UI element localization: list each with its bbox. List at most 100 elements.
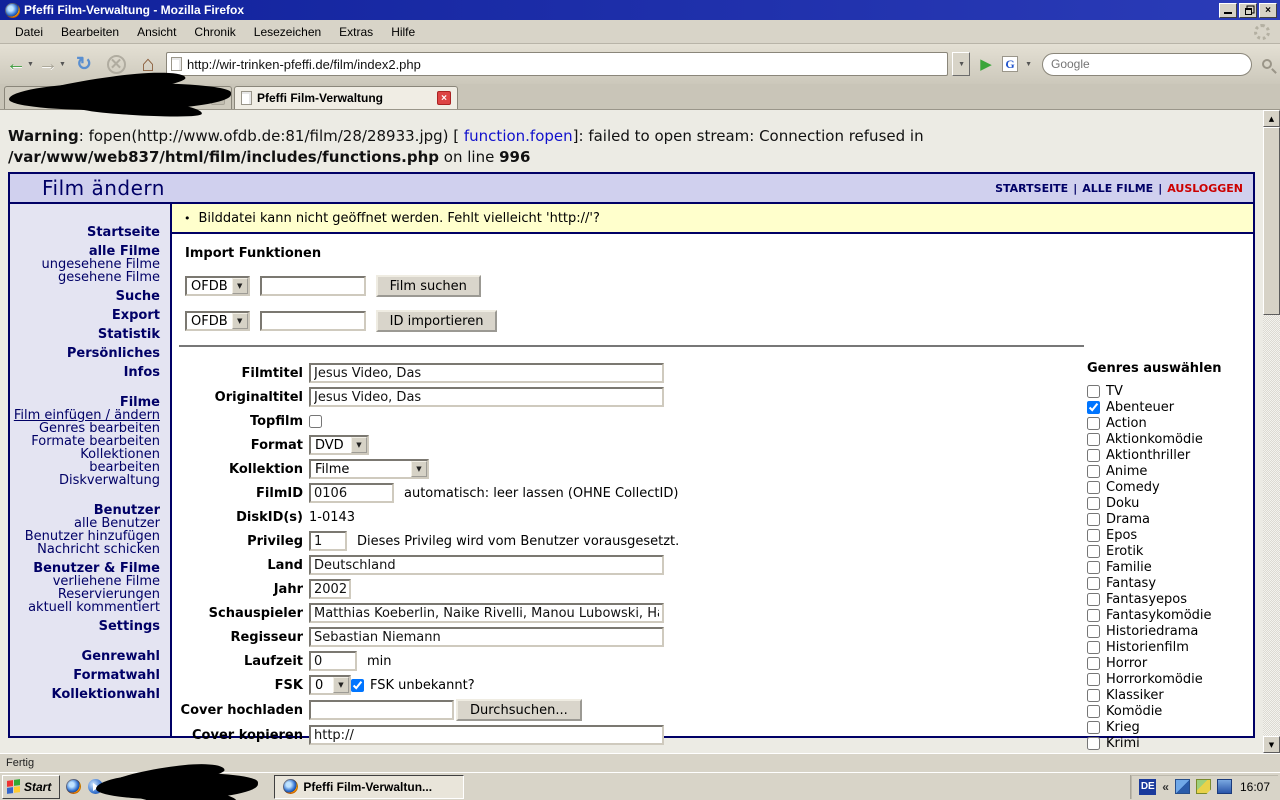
menu-lesezeichen[interactable]: Lesezeichen	[245, 22, 330, 42]
url-history-button[interactable]: ▼	[952, 52, 970, 76]
menu-bearbeiten[interactable]: Bearbeiten	[52, 22, 128, 42]
reload-button[interactable]: ↻	[70, 50, 98, 78]
chevron-down-icon[interactable]: ▼	[232, 313, 248, 329]
back-button[interactable]: ← ▼	[6, 50, 34, 78]
sidebar-item[interactable]: Settings	[10, 620, 160, 633]
genre-checkbox[interactable]	[1087, 577, 1100, 590]
genre-row[interactable]: Erotik	[1087, 543, 1239, 559]
regisseur-input[interactable]	[309, 627, 664, 647]
menu-extras[interactable]: Extras	[330, 22, 382, 42]
format-select[interactable]: DVD ▼	[309, 435, 369, 455]
genre-checkbox[interactable]	[1087, 417, 1100, 430]
genre-row[interactable]: Fantasy	[1087, 575, 1239, 591]
menu-hilfe[interactable]: Hilfe	[382, 22, 424, 42]
genre-row[interactable]: Anime	[1087, 463, 1239, 479]
sidebar-item[interactable]: Formatwahl	[10, 669, 160, 682]
start-button[interactable]: Start	[2, 775, 60, 799]
engine-dropdown-icon[interactable]: ▼	[1025, 61, 1032, 68]
privileg-input[interactable]	[309, 531, 347, 551]
genre-checkbox[interactable]	[1087, 433, 1100, 446]
genre-checkbox[interactable]	[1087, 401, 1100, 414]
genre-row[interactable]: Abenteuer	[1087, 399, 1239, 415]
search-box[interactable]	[1042, 53, 1252, 76]
genre-checkbox[interactable]	[1087, 657, 1100, 670]
close-button[interactable]: ×	[1259, 3, 1277, 18]
menu-chronik[interactable]: Chronik	[185, 22, 244, 42]
quicklaunch-firefox-button[interactable]	[64, 778, 82, 796]
genre-checkbox[interactable]	[1087, 465, 1100, 478]
task-button-pfeffi[interactable]: Pfeffi Film-Verwaltun...	[274, 775, 464, 799]
header-link-startseite[interactable]: STARTSEITE	[995, 182, 1068, 195]
tray-collapse-icon[interactable]: «	[1162, 780, 1169, 794]
fsk-select[interactable]: 0 ▼	[309, 675, 351, 695]
graphics-tool-icon[interactable]	[1196, 779, 1211, 794]
search-input[interactable]	[1051, 57, 1243, 71]
search-engine-icon[interactable]: G	[1002, 56, 1018, 72]
forward-button[interactable]: → ▼	[38, 50, 66, 78]
genre-checkbox[interactable]	[1087, 497, 1100, 510]
scroll-up-icon[interactable]: ▲	[1263, 110, 1280, 127]
network-icon[interactable]	[1175, 779, 1190, 794]
schauspieler-input[interactable]	[309, 603, 664, 623]
chevron-down-icon[interactable]: ▼	[351, 437, 367, 453]
go-button[interactable]: ▶	[974, 51, 998, 77]
genre-checkbox[interactable]	[1087, 641, 1100, 654]
id-importieren-button[interactable]: ID importieren	[376, 310, 498, 332]
sidebar-item[interactable]: Diskverwaltung	[10, 474, 160, 487]
fsk-unbekannt-checkbox[interactable]	[351, 679, 364, 692]
menu-ansicht[interactable]: Ansicht	[128, 22, 185, 42]
genre-row[interactable]: TV	[1087, 383, 1239, 399]
cover-upload-input[interactable]	[309, 700, 454, 720]
sidebar-item[interactable]: Export	[10, 309, 160, 322]
genre-row[interactable]: Klassiker	[1087, 687, 1239, 703]
genre-checkbox[interactable]	[1087, 737, 1100, 750]
genre-checkbox[interactable]	[1087, 529, 1100, 542]
sidebar-item[interactable]: Nachricht schicken	[10, 543, 160, 556]
genre-row[interactable]: Doku	[1087, 495, 1239, 511]
genre-checkbox[interactable]	[1087, 593, 1100, 606]
sidebar-item[interactable]: Statistik	[10, 328, 160, 341]
originaltitel-input[interactable]	[309, 387, 664, 407]
genre-row[interactable]: Aktionkomödie	[1087, 431, 1239, 447]
laufzeit-input[interactable]	[309, 651, 357, 671]
genre-checkbox[interactable]	[1087, 561, 1100, 574]
genre-checkbox[interactable]	[1087, 609, 1100, 622]
forward-dropdown-icon[interactable]: ▼	[59, 61, 66, 68]
import-id-engine-select[interactable]: OFDB ▼	[185, 311, 250, 331]
genre-row[interactable]: Horrorkomödie	[1087, 671, 1239, 687]
sidebar-item[interactable]: Suche	[10, 290, 160, 303]
sidebar-item[interactable]: Genrewahl	[10, 650, 160, 663]
genre-row[interactable]: Aktionthriller	[1087, 447, 1239, 463]
tab-close-icon[interactable]: ×	[437, 91, 451, 105]
filmtitel-input[interactable]	[309, 363, 664, 383]
import-search-input[interactable]	[260, 276, 366, 296]
genre-row[interactable]: Action	[1087, 415, 1239, 431]
genre-checkbox[interactable]	[1087, 625, 1100, 638]
header-link-ausloggen[interactable]: AUSLOGGEN	[1167, 182, 1243, 195]
chevron-down-icon[interactable]: ▼	[333, 677, 349, 693]
genre-checkbox[interactable]	[1087, 673, 1100, 686]
sidebar-item[interactable]: Persönliches	[10, 347, 160, 360]
filmid-input[interactable]	[309, 483, 394, 503]
genre-checkbox[interactable]	[1087, 721, 1100, 734]
sidebar-item[interactable]: Kollektionen bearbeiten	[10, 448, 160, 474]
genre-row[interactable]: Historiedrama	[1087, 623, 1239, 639]
genre-checkbox[interactable]	[1087, 689, 1100, 702]
sidebar-item[interactable]: aktuell kommentiert	[10, 601, 160, 614]
genre-checkbox[interactable]	[1087, 545, 1100, 558]
genre-checkbox[interactable]	[1087, 449, 1100, 462]
land-input[interactable]	[309, 555, 664, 575]
kollektion-select[interactable]: Filme ▼	[309, 459, 429, 479]
genre-row[interactable]: Drama	[1087, 511, 1239, 527]
sidebar-item[interactable]: gesehene Filme	[10, 271, 160, 284]
genre-checkbox[interactable]	[1087, 705, 1100, 718]
tab-redacted[interactable]: ×	[4, 86, 232, 109]
tab-pfeffi-film-verwaltung[interactable]: Pfeffi Film-Verwaltung ×	[234, 86, 458, 109]
durchsuchen-button[interactable]: Durchsuchen...	[456, 699, 582, 721]
sidebar-item[interactable]: Infos	[10, 366, 160, 379]
back-dropdown-icon[interactable]: ▼	[27, 61, 34, 68]
warning-link[interactable]: function.fopen	[464, 127, 573, 145]
genre-row[interactable]: Horror	[1087, 655, 1239, 671]
topfilm-checkbox[interactable]	[309, 415, 322, 428]
genre-row[interactable]: Komödie	[1087, 703, 1239, 719]
